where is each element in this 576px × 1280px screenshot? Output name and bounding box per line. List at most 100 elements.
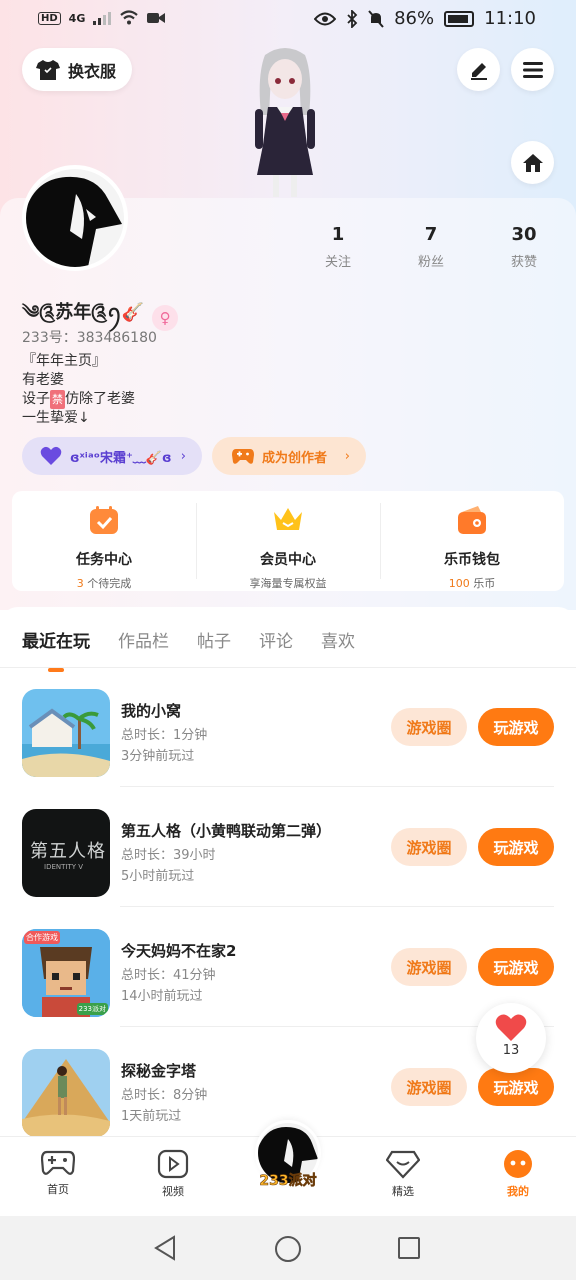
pending-text: 个待完成	[83, 577, 132, 590]
game-duration: 总时长：41分钟	[121, 968, 216, 983]
pending-count: 3	[76, 577, 84, 590]
tab-likes[interactable]: 喜欢	[321, 627, 355, 652]
back-icon[interactable]	[152, 1235, 178, 1261]
game-last-played: 14小时前玩过	[121, 989, 203, 1004]
coin-text: 乐币	[469, 577, 496, 590]
game-row[interactable]: 我的小窝 总时长：1分钟 3分钟前玩过 游戏圈 玩游戏	[0, 667, 576, 787]
fans-count: 7	[424, 224, 438, 245]
play-game-button[interactable]: 玩游戏	[478, 828, 554, 866]
play-game-button[interactable]: 玩游戏	[478, 1068, 554, 1106]
battery-percent: 86%	[394, 8, 435, 29]
game-thumbnail[interactable]: 合作游戏 233派对	[22, 929, 110, 1017]
services-card: 任务中心 3 个待完成 会员中心 享海量专属权益 乐币钱包 100 乐币	[12, 491, 564, 591]
avatar-image	[26, 169, 124, 267]
heart-icon	[495, 1014, 527, 1041]
system-nav-bar	[0, 1216, 576, 1280]
nav-mine[interactable]: 我的	[478, 1149, 558, 1199]
heart-pair-icon	[40, 446, 62, 465]
vip-center[interactable]: 会员中心 享海量专属权益	[196, 491, 380, 591]
game-name: 第五人格（小黄鸭联动第二弹）	[121, 822, 332, 840]
game-thumbnail-art	[22, 689, 110, 777]
home-icon	[522, 153, 543, 172]
task-center-title: 任务中心	[76, 552, 132, 568]
change-outfit-label: 换衣服	[68, 61, 117, 81]
coin-wallet[interactable]: 乐币钱包 100 乐币	[380, 491, 564, 591]
tab-posts[interactable]: 帖子	[197, 627, 231, 652]
content-tabs: 最近在玩 作品栏 帖子 评论 喜欢	[22, 627, 355, 672]
bio-text: 仿除了老婆	[65, 391, 135, 407]
video-play-icon	[157, 1149, 189, 1179]
task-center[interactable]: 任务中心 3 个待完成	[12, 491, 196, 591]
friend-chip[interactable]: ɞˣⁱᵃᵒ宋霜⁺﹏🎸ɞ ›	[22, 437, 202, 475]
network-type: 4G	[68, 11, 86, 25]
nav-home[interactable]: 首页	[18, 1149, 98, 1197]
wallet-sub: 100 乐币	[380, 575, 564, 591]
become-creator-chip[interactable]: 成为创作者 ›	[212, 437, 366, 475]
party-label: 233派对	[259, 1173, 317, 1190]
game-thumbnail-tag: 合作游戏	[24, 931, 60, 944]
shirt-icon	[36, 59, 60, 80]
home-button[interactable]	[511, 141, 554, 184]
game-thumbnail[interactable]	[22, 1049, 110, 1137]
game-row[interactable]: 第五人格 IDENTITY V 第五人格（小黄鸭联动第二弹） 总时长：39小时 …	[0, 787, 576, 907]
bio-text: 设子	[22, 391, 50, 407]
hamburger-icon	[522, 61, 543, 78]
game-thumbnail-title: 第五人格	[30, 841, 106, 862]
profile-face-icon	[504, 1150, 532, 1178]
like-fab[interactable]: 13	[476, 1003, 546, 1073]
edit-profile-button[interactable]	[457, 48, 500, 91]
nav-featured-label: 精选	[392, 1185, 414, 1198]
game-thumbnail-tag2: 233派对	[76, 1003, 108, 1015]
user-id[interactable]: 233号：383486180	[22, 327, 157, 347]
friend-chip-label: ɞˣⁱᵃᵒ宋霜⁺﹏🎸ɞ	[70, 450, 172, 466]
game-last-played: 5小时前玩过	[121, 869, 195, 884]
play-game-button[interactable]: 玩游戏	[478, 708, 554, 746]
battery-icon	[444, 10, 475, 27]
game-thumbnail-art	[22, 1049, 110, 1137]
pen-icon	[470, 62, 487, 80]
gamepad-icon	[232, 449, 254, 464]
game-circle-button[interactable]: 游戏圈	[391, 948, 467, 986]
party-center-button[interactable]: 233派对	[250, 1112, 326, 1202]
stat-fans[interactable]: 7 粉丝	[396, 224, 466, 270]
task-calendar-icon	[90, 506, 118, 534]
eye-icon	[314, 12, 337, 25]
mute-bell-icon	[368, 9, 384, 28]
game-name: 我的小窝	[121, 702, 182, 720]
stat-likes[interactable]: 30 获赞	[489, 224, 559, 270]
tab-recent-played[interactable]: 最近在玩	[22, 627, 90, 672]
nav-home-label: 首页	[47, 1183, 69, 1196]
status-bar: HD 4G 86% 11:10	[0, 0, 576, 40]
stat-following[interactable]: 1 关注	[303, 224, 373, 270]
vip-center-title: 会员中心	[260, 552, 316, 568]
play-game-button[interactable]: 玩游戏	[478, 948, 554, 986]
menu-button[interactable]	[511, 48, 554, 91]
game-circle-button[interactable]: 游戏圈	[391, 1068, 467, 1106]
chevron-right-icon: ›	[344, 448, 350, 464]
game-last-played: 1天前玩过	[121, 1109, 182, 1124]
user-avatar[interactable]	[22, 165, 128, 271]
bio: 『年年主页』 有老婆 设子禁仿除了老婆 一生挚爱↓	[22, 352, 135, 428]
following-count: 1	[331, 224, 345, 245]
game-thumbnail[interactable]	[22, 689, 110, 777]
avatar-3d-character[interactable]	[235, 45, 335, 200]
game-circle-button[interactable]: 游戏圈	[391, 708, 467, 746]
game-circle-button[interactable]: 游戏圈	[391, 828, 467, 866]
recents-square-icon[interactable]	[397, 1236, 421, 1260]
bio-line: 『年年主页』	[22, 353, 106, 369]
tab-works[interactable]: 作品栏	[118, 627, 169, 652]
game-duration: 总时长：8分钟	[121, 1088, 208, 1103]
tab-comments[interactable]: 评论	[259, 627, 293, 652]
nav-video[interactable]: 视频	[133, 1149, 213, 1199]
gamepad-icon	[41, 1150, 75, 1175]
hd-badge: HD	[38, 11, 61, 25]
nav-featured[interactable]: 精选	[363, 1149, 443, 1199]
home-circle-icon[interactable]	[274, 1235, 302, 1263]
bio-line: 有老婆	[22, 372, 64, 388]
wifi-icon	[120, 10, 139, 25]
game-thumbnail[interactable]: 第五人格 IDENTITY V	[22, 809, 110, 897]
crown-icon	[274, 508, 302, 530]
bluetooth-icon	[347, 9, 358, 28]
change-outfit-button[interactable]: 换衣服	[22, 48, 133, 91]
game-name: 今天妈妈不在家2	[121, 942, 237, 960]
